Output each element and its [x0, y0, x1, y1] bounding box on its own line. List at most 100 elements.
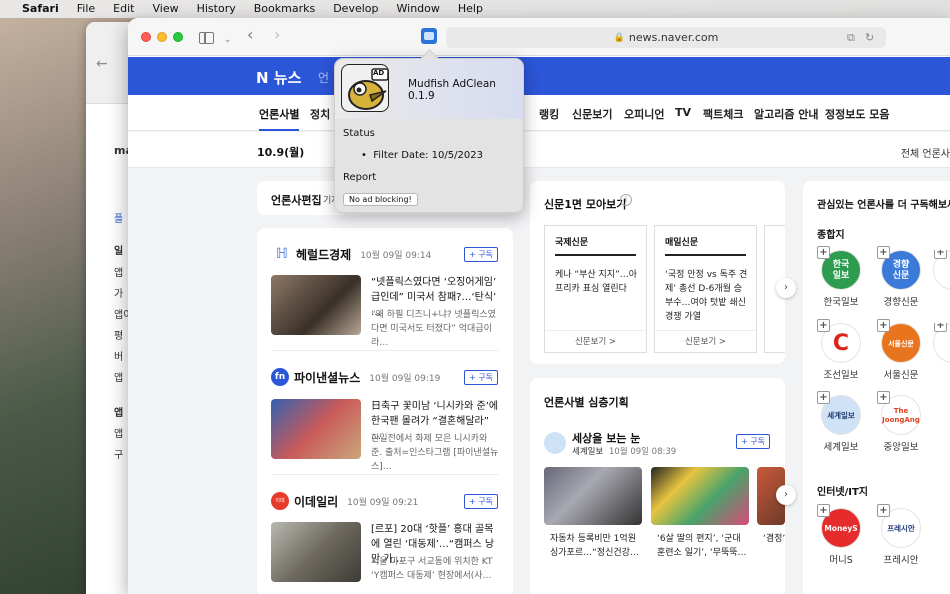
back-button[interactable]: ‹: [247, 27, 253, 43]
newspaper-page[interactable]: 국제신문 케나 “부산 지지”…아프리카 표심 열린다 신문보기 >: [544, 225, 647, 353]
add-icon[interactable]: +: [877, 391, 890, 404]
next-arrow-icon[interactable]: ›: [776, 485, 796, 505]
all-press-link[interactable]: 전체 언론사: [901, 145, 950, 160]
bw-text: 버: [114, 352, 124, 363]
article-title[interactable]: 자동차 등록비만 1억원 싱가포르…“정신건강…: [550, 532, 642, 560]
menu-app-name[interactable]: Safari: [22, 0, 68, 18]
segye-logo-icon: 세계일보 +: [817, 391, 861, 435]
press-heraldcorp[interactable]: ℍ 헤럴드경제 10월 09일 09:14: [273, 245, 431, 263]
newspaper-name: 국제신문: [555, 238, 589, 248]
add-icon[interactable]: +: [934, 323, 947, 332]
bw-text: 가: [114, 289, 124, 300]
zoom-window-button[interactable]: [173, 32, 183, 42]
tab-tv[interactable]: TV: [675, 106, 691, 119]
report-label: Report: [343, 172, 377, 183]
minimize-window-button[interactable]: [157, 32, 167, 42]
newspaper-headline: 케나 “부산 지지”…아프리카 표심 열린다: [555, 270, 638, 294]
tab-press[interactable]: 언론사별: [259, 106, 300, 131]
filter-date: • Filter Date: 10/5/2023: [361, 150, 483, 161]
publisher-joongang[interactable]: The JoongAng + 중앙일보: [877, 391, 923, 453]
publisher-partial[interactable]: +: [933, 323, 950, 363]
info-icon[interactable]: i: [620, 194, 632, 206]
back-arrow-icon[interactable]: ←: [96, 56, 108, 72]
menu-history[interactable]: History: [188, 0, 245, 18]
menu-view[interactable]: View: [143, 0, 187, 18]
publisher-moneys[interactable]: MoneyS + 머니S: [817, 504, 863, 566]
tab-factcheck[interactable]: 팩트체크: [703, 106, 743, 122]
forward-button[interactable]: ›: [274, 27, 280, 43]
bw-text: 평: [114, 331, 124, 342]
menu-help[interactable]: Help: [449, 0, 492, 18]
divider: [555, 254, 636, 256]
moneys-logo-icon: MoneyS +: [817, 504, 861, 548]
translate-icon[interactable]: ⧉: [847, 31, 855, 45]
bw-text: 구: [114, 450, 124, 461]
subscribe-button[interactable]: + 구독: [464, 247, 498, 262]
publisher-chosun[interactable]: C + 조선일보: [817, 319, 863, 381]
publisher-khan[interactable]: 경향 신문 + 경향신문: [877, 246, 923, 308]
adclean-popover: AD Mudfish AdClean 0.1.9 Status • Filter…: [334, 58, 524, 213]
no-ad-blocking-button[interactable]: No ad blocking!: [343, 193, 418, 206]
add-icon[interactable]: +: [817, 246, 830, 259]
bw-text: 앱: [114, 429, 124, 440]
series-title[interactable]: 세상을 보는 눈: [572, 430, 640, 446]
article-thumbnail[interactable]: [271, 399, 361, 459]
add-icon[interactable]: +: [934, 250, 947, 259]
suggest-title: 관심있는 언론사를 더 구독해보세요: [817, 200, 950, 211]
tab-opinion[interactable]: 오피니언: [624, 106, 664, 122]
newspaper-headline: ‘국정 안정 vs 독주 견제’ 총선 D-6개월 승부수…여야 텃밭 쇄신 경…: [665, 270, 748, 322]
article-title[interactable]: ‘6살 딸의 편지’, ‘군대 훈련소 일기’, ‘무뚝뚝…: [657, 532, 749, 560]
publisher-logo-icon: +: [933, 323, 950, 363]
add-icon[interactable]: +: [817, 504, 830, 517]
add-icon[interactable]: +: [817, 391, 830, 404]
naver-header-text: 언: [318, 71, 330, 85]
publisher-pressian[interactable]: 프레시안 + 프레시안: [877, 504, 923, 566]
close-window-button[interactable]: [141, 32, 151, 42]
newspaper-page[interactable]: 매일신문 ‘국정 안정 vs 독주 견제’ 총선 D-6개월 승부수…여야 텃밭…: [654, 225, 757, 353]
add-icon[interactable]: +: [877, 504, 890, 517]
tab-politics[interactable]: 정치: [310, 106, 330, 122]
reload-icon[interactable]: ↻: [865, 31, 874, 44]
menu-bookmarks[interactable]: Bookmarks: [245, 0, 324, 18]
article-thumbnail[interactable]: [651, 467, 749, 525]
article-thumbnail[interactable]: [271, 522, 361, 582]
publisher-segye[interactable]: 세계일보 + 세계일보: [817, 391, 863, 453]
view-newspaper-link[interactable]: 신문보기 >: [655, 330, 756, 352]
press-fnnews[interactable]: fn 파이낸셜뉴스 10월 09일 09:19: [271, 368, 440, 386]
subscribe-button[interactable]: + 구독: [736, 434, 770, 449]
add-icon[interactable]: +: [877, 319, 890, 332]
menu-file[interactable]: File: [68, 0, 104, 18]
menu-window[interactable]: Window: [388, 0, 449, 18]
next-arrow-icon[interactable]: ›: [776, 278, 796, 298]
publisher-hankook[interactable]: 한국 일보 + 한국일보: [817, 246, 863, 308]
view-newspaper-link[interactable]: 신문보기 >: [545, 330, 646, 352]
article-thumbnail[interactable]: [271, 275, 361, 335]
tab-newspaper[interactable]: 신문보기: [572, 106, 612, 122]
article-thumbnail[interactable]: [544, 467, 642, 525]
tab-corrections[interactable]: 정정보도 모음: [825, 106, 890, 122]
deep-coverage-title: 언론사별 심층기획: [544, 396, 629, 409]
address-bar[interactable]: 🔒 news.naver.com: [446, 27, 886, 48]
adclean-extension-icon[interactable]: [421, 28, 437, 44]
tab-algorithm[interactable]: 알고리즘 안내: [754, 106, 819, 122]
sidebar-toggle-icon[interactable]: [199, 32, 214, 44]
menu-edit[interactable]: Edit: [104, 0, 143, 18]
subscribe-button[interactable]: + 구독: [464, 370, 498, 385]
divider: [271, 474, 499, 475]
front-pages-card: 신문1면 모아보기 i 국제신문 케나 “부산 지지”…아프리카 표심 열린다 …: [530, 181, 796, 364]
add-icon[interactable]: +: [877, 246, 890, 259]
chevron-down-icon[interactable]: ⌄: [224, 32, 232, 48]
article-title[interactable]: ‘겸정” 기… 5: [763, 532, 785, 546]
publisher-partial[interactable]: +: [933, 250, 950, 290]
fn-logo-icon: fn: [271, 368, 289, 386]
date-row: 10.9(월) 전체 언론사: [128, 132, 950, 168]
divider: [271, 350, 499, 351]
press-edaily[interactable]: 이데 이데일리 10월 09일 09:21: [271, 492, 418, 510]
menu-develop[interactable]: Develop: [324, 0, 387, 18]
publisher-seoul[interactable]: 서울신문 + 서울신문: [877, 319, 923, 381]
tab-ranking[interactable]: 랭킹: [539, 106, 559, 122]
category-general: 종합지: [817, 230, 845, 241]
naver-news-logo[interactable]: N 뉴스: [256, 67, 301, 88]
subscribe-button[interactable]: + 구독: [464, 494, 498, 509]
add-icon[interactable]: +: [817, 319, 830, 332]
